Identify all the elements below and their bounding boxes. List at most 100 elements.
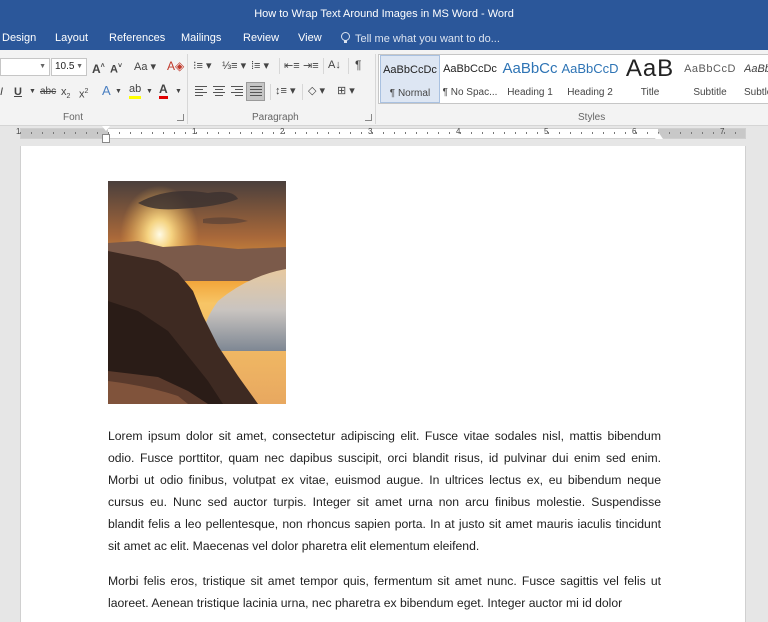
ruler-tick xyxy=(273,132,274,134)
tab-design[interactable]: Design xyxy=(2,32,36,44)
align-right-icon[interactable] xyxy=(231,86,243,97)
ruler-tick xyxy=(603,132,604,134)
first-line-indent-marker[interactable] xyxy=(102,126,110,131)
italic-icon[interactable]: I xyxy=(0,84,3,100)
ruler-tick xyxy=(735,132,736,134)
line-spacing-icon[interactable]: ↕≡ ▾ xyxy=(275,83,296,99)
ruler-tick xyxy=(515,132,516,134)
show-formatting-marks-icon[interactable]: ¶ xyxy=(355,57,361,73)
ruler-tick xyxy=(548,132,549,134)
left-indent-marker[interactable] xyxy=(102,134,110,143)
borders-icon[interactable]: ⊞ ▾ xyxy=(337,83,355,99)
style-heading-2[interactable]: AaBbCcD Heading 2 xyxy=(560,55,620,103)
style-no-spacing[interactable]: AaBbCcDc ¶ No Spac... xyxy=(440,55,500,103)
chevron-down-icon[interactable]: ▼ xyxy=(146,84,153,100)
tab-references[interactable]: References xyxy=(109,32,165,44)
chevron-down-icon[interactable]: ▼ xyxy=(115,84,122,100)
divider xyxy=(323,58,324,74)
tab-view[interactable]: View xyxy=(298,32,322,44)
strikethrough-icon[interactable]: abc xyxy=(40,84,56,100)
styles-gallery: AaBbCcDc ¶ Normal AaBbCcDc ¶ No Spac... … xyxy=(378,54,768,104)
shrink-font-icon[interactable]: A˅ xyxy=(110,59,122,78)
ruler-tick xyxy=(262,132,263,134)
ruler-tick xyxy=(713,132,714,134)
font-size-value: 10.5 xyxy=(55,61,75,72)
ruler-tick xyxy=(570,132,571,134)
clear-formatting-icon[interactable]: A◈ xyxy=(167,58,184,74)
subscript-icon[interactable]: x2 xyxy=(61,84,70,105)
right-indent-marker[interactable] xyxy=(655,133,663,139)
increase-indent-icon[interactable]: ⇥≡ xyxy=(303,58,319,74)
style-sample: AaBbCcDc xyxy=(383,64,437,76)
multilevel-list-icon[interactable]: ⁞≡ ▾ xyxy=(251,58,269,74)
justify-button[interactable] xyxy=(246,82,265,101)
divider xyxy=(270,84,271,100)
document-page[interactable]: Lorem ipsum dolor sit amet, consectetur … xyxy=(20,146,746,622)
ruler-tick xyxy=(482,132,483,134)
styles-group-label: Styles xyxy=(578,112,606,123)
ruler-tick xyxy=(174,132,175,134)
decrease-indent-icon[interactable]: ⇤≡ xyxy=(284,58,300,74)
ruler-tick xyxy=(185,132,186,134)
text-effects-icon[interactable]: A xyxy=(102,83,111,99)
document-paragraph[interactable]: Morbi felis eros, tristique sit amet tem… xyxy=(108,570,661,614)
tab-mailings[interactable]: Mailings xyxy=(181,32,221,44)
ruler-tick xyxy=(614,132,615,134)
sunset-cliff-photo[interactable] xyxy=(108,181,286,404)
tell-me-box[interactable]: Tell me what you want to do... xyxy=(341,32,500,45)
ruler-tick xyxy=(75,132,76,134)
ruler-tick xyxy=(86,132,87,134)
ruler-tick xyxy=(427,132,428,134)
style-subtle-emphasis[interactable]: AaBbC Subtle xyxy=(740,55,768,103)
ruler-tick xyxy=(306,132,307,134)
ruler-tick xyxy=(284,132,285,134)
font-name-combo[interactable]: ▼ xyxy=(0,58,50,76)
font-color-icon[interactable]: A xyxy=(159,82,168,99)
align-left-icon[interactable] xyxy=(195,86,207,97)
divider xyxy=(302,84,303,100)
underline-icon[interactable]: U xyxy=(14,84,22,100)
ruler-tick xyxy=(537,132,538,134)
ruler-tick xyxy=(339,132,340,134)
ruler-tick xyxy=(119,132,120,134)
ruler-tick xyxy=(647,132,648,134)
font-size-combo[interactable]: 10.5 ▼ xyxy=(51,58,87,76)
shading-icon[interactable]: ◇ ▾ xyxy=(308,83,325,99)
style-subtitle[interactable]: AaBbCcD Subtitle xyxy=(680,55,740,103)
style-name: Title xyxy=(640,87,660,98)
sort-icon[interactable]: A↓ xyxy=(328,57,341,73)
paragraph-dialog-launcher-icon[interactable] xyxy=(365,114,372,121)
ruler-tick xyxy=(218,132,219,134)
ruler-tick xyxy=(229,132,230,134)
chevron-down-icon[interactable]: ▼ xyxy=(29,84,36,100)
ruler-tick xyxy=(526,132,527,134)
align-center-icon[interactable] xyxy=(213,86,225,97)
ruler-tick xyxy=(471,132,472,134)
tab-layout[interactable]: Layout xyxy=(55,32,88,44)
ruler-tick xyxy=(449,132,450,134)
ruler-tick xyxy=(361,132,362,134)
ruler-tick xyxy=(64,132,65,134)
title-bar: How to Wrap Text Around Images in MS Wor… xyxy=(0,0,768,28)
change-case-icon[interactable]: Aa ▾ xyxy=(134,59,156,75)
font-dialog-launcher-icon[interactable] xyxy=(177,114,184,121)
window-title: How to Wrap Text Around Images in MS Wor… xyxy=(254,8,514,20)
numbering-icon[interactable]: ⅓≡ ▾ xyxy=(222,58,246,74)
ruler-tick xyxy=(636,132,637,134)
style-normal[interactable]: AaBbCcDc ¶ Normal xyxy=(380,55,440,103)
chevron-down-icon: ▼ xyxy=(39,63,46,70)
highlight-color-icon[interactable]: ab xyxy=(129,82,142,99)
style-name: Heading 1 xyxy=(507,87,553,98)
chevron-down-icon: ▼ xyxy=(76,63,83,70)
style-heading-1[interactable]: AaBbCc Heading 1 xyxy=(500,55,560,103)
ruler-tick xyxy=(702,132,703,134)
superscript-icon[interactable]: x2 xyxy=(79,84,88,103)
ruler-tick xyxy=(31,132,32,134)
bullets-icon[interactable]: ⁝≡ ▾ xyxy=(193,58,212,74)
tab-review[interactable]: Review xyxy=(243,32,279,44)
chevron-down-icon[interactable]: ▼ xyxy=(175,84,182,100)
grow-font-icon[interactable]: A˄ xyxy=(92,59,105,77)
lightbulb-icon xyxy=(341,32,350,43)
document-paragraph[interactable]: Lorem ipsum dolor sit amet, consectetur … xyxy=(108,425,661,557)
style-title[interactable]: AaB Title xyxy=(620,55,680,103)
